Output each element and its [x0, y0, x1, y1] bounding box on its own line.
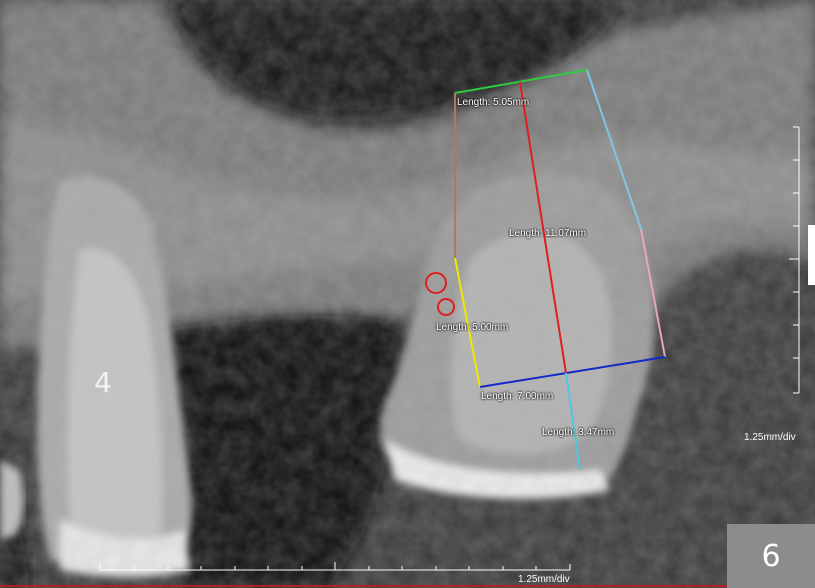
measurement-label-bottom: Length: 7.00mm: [481, 391, 554, 402]
figure-number-badge: 6: [727, 524, 815, 588]
right-edge-marker: [808, 225, 815, 285]
measurement-label-center: Length: 11.07mm: [509, 228, 587, 239]
tooth-number-label: 4: [94, 366, 112, 399]
measurement-label-top: Length: 5.05mm: [457, 97, 530, 108]
scale-label-right: 1.25mm/div: [744, 432, 796, 443]
measurement-label-lower: Length: 3.47mm: [542, 427, 615, 438]
scale-label-bottom: 1.25mm/div: [518, 574, 570, 585]
figure-number: 6: [761, 538, 781, 574]
ct-scan-image: [0, 0, 815, 588]
measurement-label-left: Length: 5.00mm: [436, 322, 509, 333]
